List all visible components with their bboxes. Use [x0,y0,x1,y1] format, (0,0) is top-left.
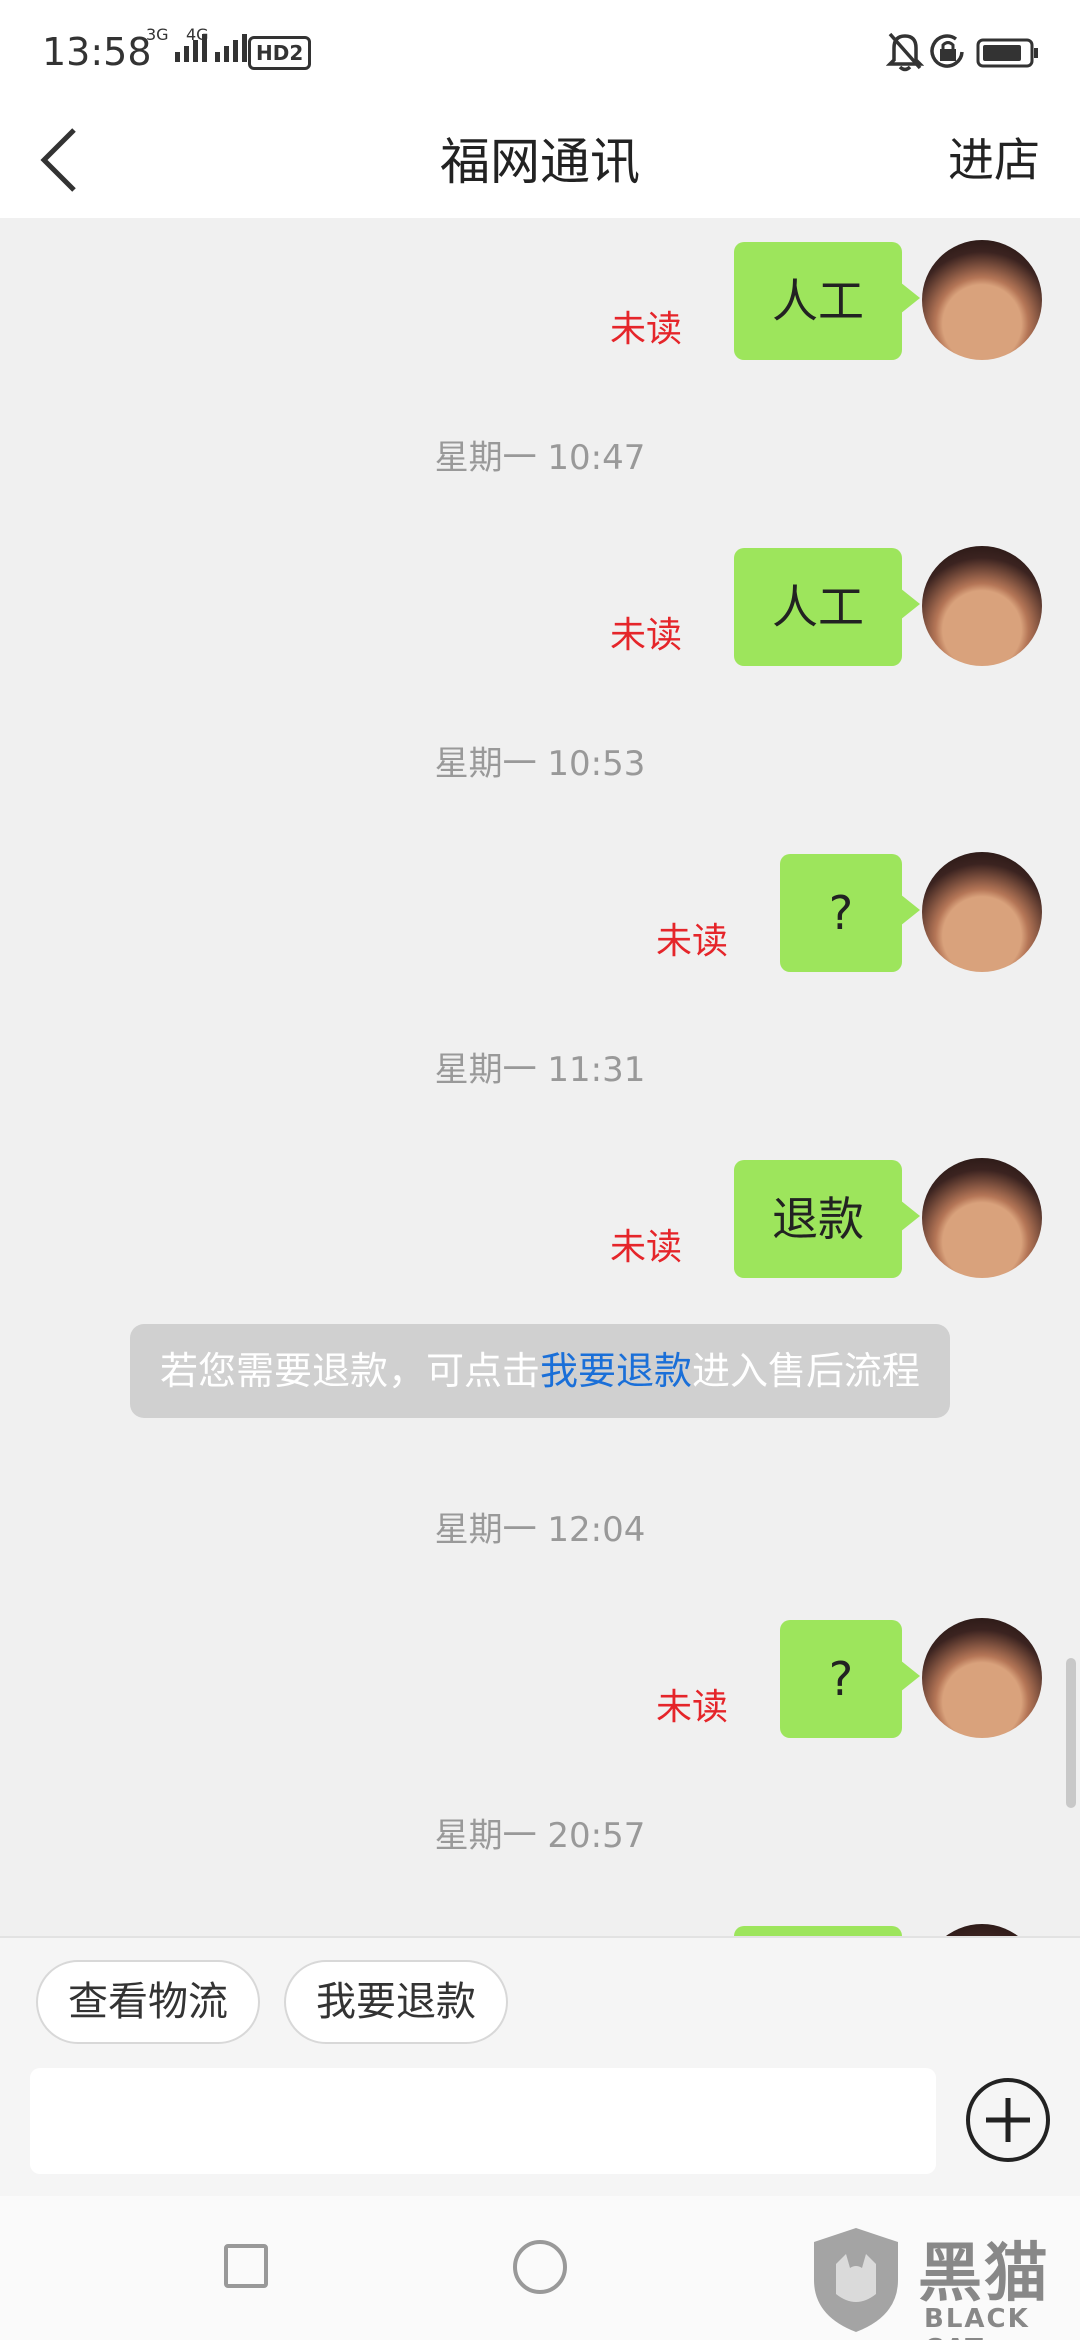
home-circle-icon[interactable] [513,2240,567,2294]
battery-icon [976,38,1038,68]
message-row: 未读 ? [0,852,1080,976]
signal-4g-icon: 4G [186,25,247,62]
page-title: 福网通讯 [440,133,640,191]
scrollbar-thumb[interactable] [1066,1658,1076,1808]
cat-shield-icon [814,2228,898,2332]
message-row: 未读 人工 [0,546,1080,670]
chat-messages[interactable]: 未读 人工 星期一 10:47 未读 人工 星期一 10:53 未读 ? 星期一… [0,218,1080,1936]
avatar[interactable] [922,1158,1042,1278]
status-time: 13:58 [42,30,152,74]
timestamp: 星期一 20:57 [434,1816,646,1856]
watermark-main: 黑猫 [918,2237,1050,2311]
avatar[interactable] [922,240,1042,360]
watermark-sub: BLACK CAT [924,2304,1030,2340]
message-bubble[interactable]: 人工 [734,242,920,360]
message-bubble[interactable]: ? [780,854,920,972]
avatar[interactable] [922,546,1042,666]
lock-rotation-icon [930,34,964,68]
status-bar: 13:58 3G 4G HD2 [0,0,1080,100]
bell-off-icon [886,32,924,72]
message-input[interactable] [30,2068,936,2174]
message-bubble[interactable]: 人工 [734,548,920,666]
unread-label: 未读 [609,1227,682,1268]
message-row: 未读 退款 [0,1158,1080,1282]
message-bubble[interactable] [734,1926,902,1936]
request-refund-button[interactable]: 我要退款 [284,1960,508,2044]
chat-header: 福网通讯 进店 [0,100,1080,218]
avatar[interactable] [922,1618,1042,1738]
input-bar [0,2046,1080,2196]
unread-label: 未读 [609,309,682,350]
plus-circle-icon[interactable] [966,2078,1050,2162]
quick-actions-bar: 查看物流 我要退款 [0,1936,1080,2046]
timestamp: 星期一 11:31 [434,1050,646,1090]
refund-link[interactable]: 我要退款 [540,1349,692,1393]
avatar[interactable] [922,1924,1042,1936]
enter-store-button[interactable]: 进店 [948,124,1040,190]
timestamp: 星期一 12:04 [434,1510,646,1550]
recent-apps-square-icon[interactable] [224,2244,268,2288]
timestamp: 星期一 10:47 [434,438,646,478]
message-row: 未读 ? [0,1618,1080,1742]
hd-voice-badge: HD2 [248,36,312,70]
message-bubble[interactable]: ? [780,1620,920,1738]
message-bubble[interactable]: 退款 [734,1160,920,1278]
message-row: 未读 人工 [0,240,1080,364]
view-logistics-button[interactable]: 查看物流 [36,1960,260,2044]
unread-label: 未读 [609,615,682,656]
message-row-partial [0,1924,1080,1936]
system-tip: 若您需要退款，可点击我要退款进入售后流程 [130,1324,950,1418]
timestamp: 星期一 10:53 [434,744,646,784]
unread-label: 未读 [655,921,728,962]
unread-label: 未读 [655,1687,728,1728]
watermark: 黑猫 BLACK CAT [806,2220,1076,2340]
avatar[interactable] [922,852,1042,972]
